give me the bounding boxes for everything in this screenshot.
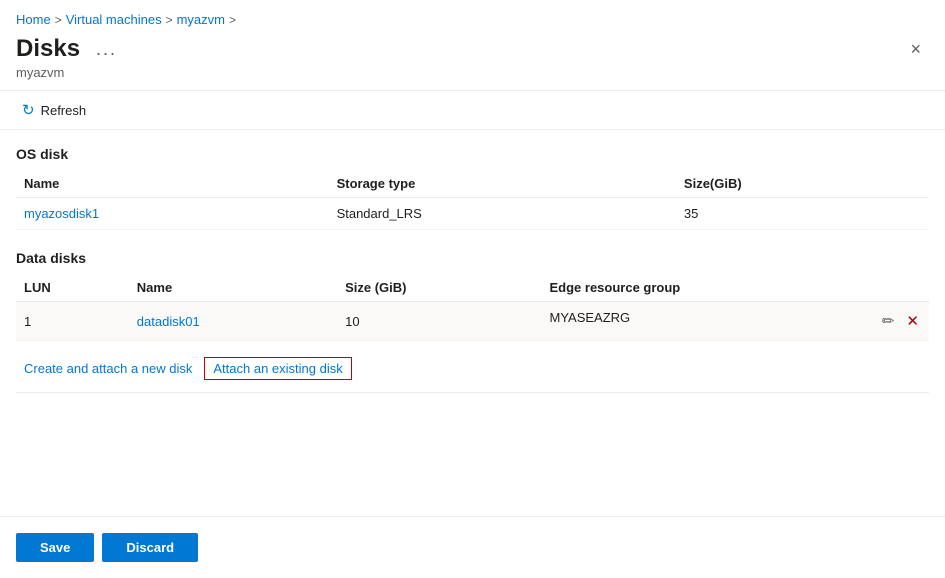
os-disk-title: OS disk xyxy=(16,146,929,162)
os-disk-storage-type: Standard_LRS xyxy=(329,198,676,230)
page-header: Disks ... × xyxy=(0,31,945,65)
os-col-name: Name xyxy=(16,170,329,198)
os-col-size: Size(GiB) xyxy=(676,170,929,198)
attach-existing-disk-link[interactable]: Attach an existing disk xyxy=(204,357,351,380)
data-disk-size: 10 xyxy=(337,302,541,341)
table-row: myazosdisk1 Standard_LRS 35 xyxy=(16,198,929,230)
create-attach-disk-link[interactable]: Create and attach a new disk xyxy=(24,361,192,376)
data-disk-lun: 1 xyxy=(16,302,129,341)
close-button[interactable]: × xyxy=(902,36,929,62)
refresh-button[interactable]: ↻ Refresh xyxy=(16,97,92,123)
os-disk-name-link[interactable]: myazosdisk1 xyxy=(24,206,99,221)
footer: Save Discard xyxy=(0,516,945,578)
data-disk-name-link[interactable]: datadisk01 xyxy=(137,314,200,329)
discard-button[interactable]: Discard xyxy=(102,533,198,562)
page-title: Disks xyxy=(16,35,80,63)
breadcrumb: Home > Virtual machines > myazvm > xyxy=(0,0,945,31)
disk-actions: Create and attach a new disk Attach an e… xyxy=(16,345,929,393)
data-col-lun: LUN xyxy=(16,274,129,302)
data-disks-table: LUN Name Size (GiB) Edge resource group … xyxy=(16,274,929,341)
edit-disk-button[interactable]: ✏ xyxy=(880,310,897,332)
toolbar: ↻ Refresh xyxy=(0,90,945,130)
page-subtitle: myazvm xyxy=(0,65,945,90)
data-col-edge-rg: Edge resource group xyxy=(541,274,929,302)
breadcrumb-sep-3: > xyxy=(229,13,236,27)
header-left: Disks ... xyxy=(16,35,123,63)
breadcrumb-sep-1: > xyxy=(55,13,62,27)
os-disk-size: 35 xyxy=(676,198,929,230)
breadcrumb-myazvm[interactable]: myazvm xyxy=(177,12,225,27)
refresh-label: Refresh xyxy=(41,103,87,118)
row-actions: ✏ ✕ xyxy=(880,310,921,332)
data-col-name: Name xyxy=(129,274,337,302)
breadcrumb-virtual-machines[interactable]: Virtual machines xyxy=(66,12,162,27)
breadcrumb-home[interactable]: Home xyxy=(16,12,51,27)
table-row: 1 datadisk01 10 MYASEAZRG ✏ ✕ xyxy=(16,302,929,341)
main-content: OS disk Name Storage type Size(GiB) myaz… xyxy=(0,130,945,393)
delete-disk-button[interactable]: ✕ xyxy=(904,310,921,332)
os-disk-section: OS disk Name Storage type Size(GiB) myaz… xyxy=(16,146,929,230)
os-disk-table: Name Storage type Size(GiB) myazosdisk1 … xyxy=(16,170,929,230)
data-disks-section: Data disks LUN Name Size (GiB) Edge reso… xyxy=(16,250,929,341)
data-disks-title: Data disks xyxy=(16,250,929,266)
data-col-size: Size (GiB) xyxy=(337,274,541,302)
data-disk-edge-rg: MYASEAZRG ✏ ✕ xyxy=(541,302,929,341)
os-col-storage: Storage type xyxy=(329,170,676,198)
breadcrumb-sep-2: > xyxy=(166,13,173,27)
disks-panel: Home > Virtual machines > myazvm > Disks… xyxy=(0,0,945,578)
ellipsis-button[interactable]: ... xyxy=(90,37,123,62)
save-button[interactable]: Save xyxy=(16,533,94,562)
refresh-icon: ↻ xyxy=(22,101,35,119)
